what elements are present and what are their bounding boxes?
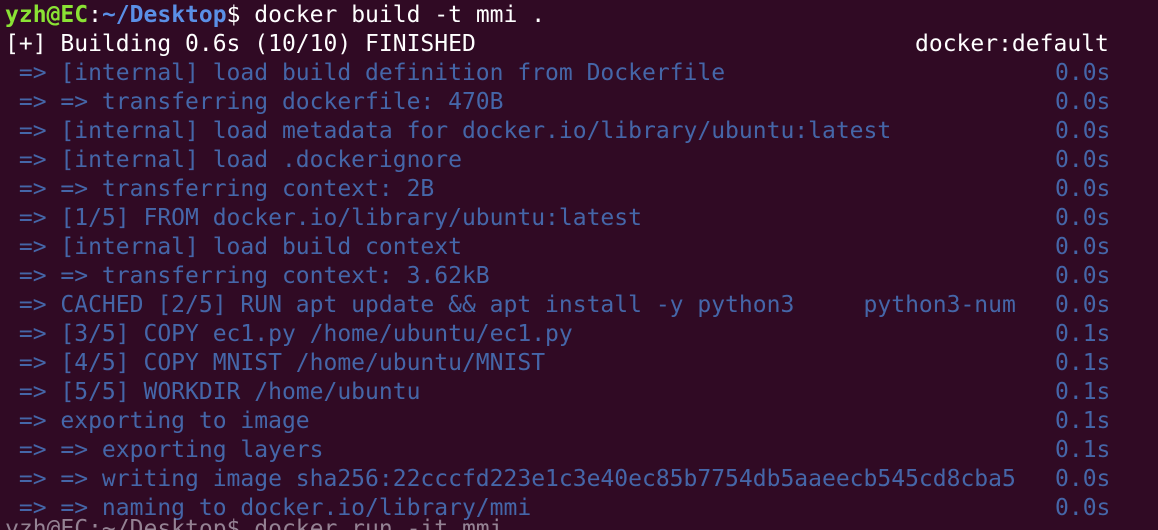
build-step-duration: 0.0s	[1055, 292, 1111, 318]
build-step-duration: 0.0s	[1055, 60, 1111, 86]
prompt-symbol: $	[226, 2, 241, 28]
build-step-duration: 0.0s	[1055, 89, 1111, 115]
build-step-duration: 0.1s	[1055, 437, 1111, 463]
build-status-summary: [+] Building 0.6s (10/10) FINISHED	[5, 31, 476, 57]
build-step-duration: 0.0s	[1055, 176, 1111, 202]
build-step-text: => => writing image sha256:22cccfd223e1c…	[5, 466, 1016, 492]
build-step-text: => [internal] load .dockerignore	[5, 147, 462, 173]
build-step-text: => => transferring context: 3.62kB	[5, 263, 490, 289]
next-prompt-partial: yzh@EC:~/Desktop$ docker run -it mmi	[5, 516, 504, 530]
build-step-duration: 0.0s	[1055, 147, 1111, 173]
build-step-duration: 0.0s	[1055, 205, 1111, 231]
terminal-window[interactable]: yzh@EC:~/Desktop$ docker build -t mmi . …	[0, 0, 1158, 530]
build-step-text: => [internal] load build context	[5, 234, 462, 260]
build-step-text: => [internal] load metadata for docker.i…	[5, 118, 892, 144]
command-prompt-line: yzh@EC:~/Desktop$ docker build -t mmi .	[5, 1, 545, 30]
build-step-duration: 0.0s	[1055, 118, 1111, 144]
build-step-text: => exporting to image	[5, 408, 310, 434]
build-step-text: => => exporting layers	[5, 437, 324, 463]
build-step-text: => => transferring dockerfile: 470B	[5, 89, 504, 115]
build-step-text: => [3/5] COPY ec1.py /home/ubuntu/ec1.py	[5, 321, 573, 347]
build-step-text: => [5/5] WORKDIR /home/ubuntu	[5, 379, 421, 405]
build-step-duration: 0.0s	[1055, 234, 1111, 260]
build-step-duration: 0.0s	[1055, 263, 1111, 289]
prompt-path: ~/Desktop	[101, 2, 227, 28]
build-step-duration: 0.1s	[1055, 408, 1111, 434]
build-step-duration: 0.1s	[1055, 321, 1111, 347]
build-step-text: => [4/5] COPY MNIST /home/ubuntu/MNIST	[5, 350, 546, 376]
build-step-text: => [internal] load build definition from…	[5, 60, 726, 86]
build-step-duration: 0.0s	[1055, 466, 1111, 492]
build-step-duration: 0.1s	[1055, 350, 1111, 376]
command-text: docker build -t mmi .	[240, 2, 546, 28]
builder-name: docker:default	[915, 31, 1109, 57]
prompt-user-host: yzh@EC	[5, 2, 89, 28]
build-step-text: => [1/5] FROM docker.io/library/ubuntu:l…	[5, 205, 642, 231]
prompt-colon: :	[88, 2, 102, 28]
build-step-text: => => transferring context: 2B	[5, 176, 435, 202]
build-step-text: => CACHED [2/5] RUN apt update && apt in…	[5, 292, 1016, 318]
build-step-duration: 0.1s	[1055, 379, 1111, 405]
build-step-duration: 0.0s	[1055, 495, 1111, 521]
